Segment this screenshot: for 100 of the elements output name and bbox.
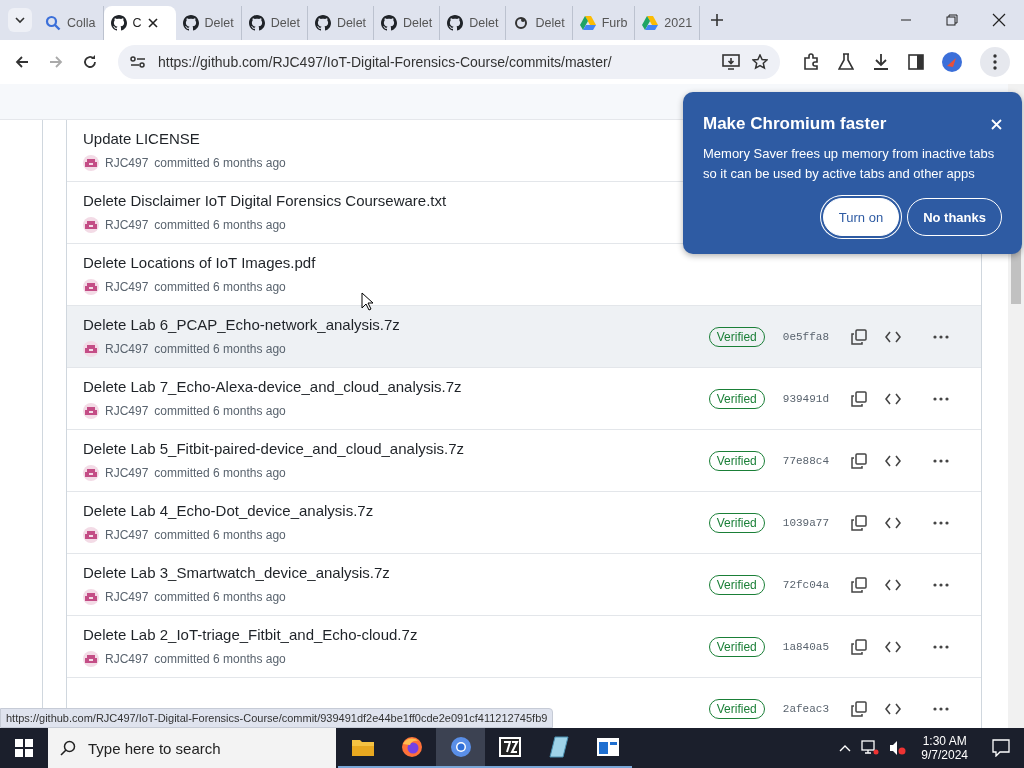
- commit-time: committed 6 months ago: [154, 466, 286, 480]
- copy-icon[interactable]: [851, 700, 867, 717]
- code-icon[interactable]: [885, 578, 901, 591]
- commit-sha-link[interactable]: 1a840a5: [782, 640, 829, 653]
- search-icon: [60, 740, 76, 756]
- flask-icon[interactable]: [838, 53, 854, 71]
- commit-title[interactable]: Delete Lab 6_PCAP_Echo-network_analysis.7z: [83, 316, 709, 333]
- network-icon[interactable]: [861, 740, 880, 756]
- commit-sha-link[interactable]: 1039a77: [782, 516, 829, 529]
- more-horizontal-icon[interactable]: [933, 644, 949, 649]
- close-icon[interactable]: [992, 13, 1006, 27]
- author-link[interactable]: RJC497: [105, 590, 149, 604]
- author-link[interactable]: RJC497: [105, 156, 149, 170]
- mouse-pointer-icon: [361, 292, 373, 311]
- commit-sha-link[interactable]: 0e5ffa8: [782, 330, 829, 343]
- author-link[interactable]: RJC497: [105, 280, 149, 294]
- copy-icon[interactable]: [851, 390, 867, 407]
- more-horizontal-icon[interactable]: [933, 334, 949, 339]
- menu-button[interactable]: [980, 47, 1010, 77]
- browser-tab[interactable]: C: [103, 6, 176, 40]
- commit-time: committed 6 months ago: [154, 342, 286, 356]
- chevron-up-icon[interactable]: [839, 744, 852, 752]
- copy-icon[interactable]: [851, 638, 867, 655]
- commit-time: committed 6 months ago: [154, 590, 286, 604]
- commit-row[interactable]: Delete Lab 2_IoT-triage_Fitbit_and_Echo-cloud.7z RJC497 committed 6 months ago Verified 1a840a5: [67, 616, 981, 678]
- clock[interactable]: 1:30 AM 9/7/2024: [921, 734, 968, 762]
- commit-sha-link[interactable]: 2afeac3: [782, 702, 829, 715]
- app-window-icon: [596, 738, 619, 756]
- site-settings-icon[interactable]: [130, 55, 146, 69]
- chevron-down-icon: [14, 14, 26, 26]
- profile-avatar-icon[interactable]: [942, 52, 962, 72]
- more-horizontal-icon[interactable]: [933, 458, 949, 463]
- drive-icon: [642, 16, 659, 30]
- user-avatar-icon: [83, 651, 99, 667]
- download-icon[interactable]: [872, 53, 890, 71]
- commit-title[interactable]: Delete Lab 3_Smartwatch_device_analysis.7z: [83, 564, 709, 581]
- commit-row[interactable]: Delete Lab 6_PCAP_Echo-network_analysis.7z RJC497 committed 6 months ago Verified 0e5ffa8: [67, 306, 981, 368]
- copy-icon[interactable]: [851, 514, 867, 531]
- copy-icon[interactable]: [851, 452, 867, 469]
- commit-title[interactable]: Delete Lab 2_IoT-triage_Fitbit_and_Echo-cloud.7z: [83, 626, 709, 643]
- code-icon[interactable]: [885, 702, 901, 715]
- commit-time: committed 6 months ago: [154, 156, 286, 170]
- user-avatar-icon: [83, 279, 99, 295]
- commit-sha-link[interactable]: 77e88c4: [782, 454, 829, 467]
- github-icon: [381, 15, 398, 31]
- side-panel-icon[interactable]: [908, 54, 924, 70]
- github-icon: [314, 15, 331, 31]
- commit-title[interactable]: Delete Locations of IoT Images.pdf: [83, 254, 965, 271]
- url-text: https://github.com/RJC497/IoT-Digital-Forensics-Course/commits/master/: [158, 54, 613, 70]
- commit-row[interactable]: Delete Lab 4_Echo-Dot_device_analysis.7z RJC497 committed 6 months ago Verified 1039a77: [67, 492, 981, 554]
- commit-sha-link[interactable]: 939491d: [782, 392, 829, 405]
- restore-icon[interactable]: [946, 14, 958, 26]
- notifications-icon[interactable]: [992, 739, 1010, 757]
- chromium-icon: [449, 736, 472, 758]
- author-link[interactable]: RJC497: [105, 528, 149, 542]
- copy-icon[interactable]: [851, 576, 867, 593]
- code-icon[interactable]: [885, 392, 901, 405]
- new-tab-icon[interactable]: [710, 13, 725, 27]
- commit-row[interactable]: Delete Lab 7_Echo-Alexa-device_and_cloud_analysis.7z RJC497 committed 6 months ago Verified 939491d: [67, 368, 981, 430]
- speaker-muted-icon[interactable]: [889, 740, 908, 756]
- more-horizontal-icon[interactable]: [933, 520, 949, 525]
- user-avatar-icon: [83, 527, 99, 543]
- github-icon: [248, 15, 265, 31]
- folder-icon: [351, 738, 374, 756]
- commit-title[interactable]: Delete Lab 5_Fitbit-paired-device_and_cloud_analysis.7z: [83, 440, 709, 457]
- commit-row[interactable]: Delete Lab 3_Smartwatch_device_analysis.7z RJC497 committed 6 months ago Verified 72fc04a: [67, 554, 981, 616]
- address-bar[interactable]: https://github.com/RJC497/IoT-Digital-Forensics-Course/commits/master/: [118, 45, 780, 79]
- author-link[interactable]: RJC497: [105, 218, 149, 232]
- author-link[interactable]: RJC497: [105, 466, 149, 480]
- author-link[interactable]: RJC497: [105, 652, 149, 666]
- back-icon[interactable]: [14, 54, 30, 70]
- code-icon[interactable]: [885, 330, 901, 343]
- install-app-icon[interactable]: [722, 54, 740, 70]
- github-icon: [447, 15, 464, 31]
- star-icon[interactable]: [752, 54, 768, 70]
- turn-on-button[interactable]: Turn on: [822, 198, 900, 236]
- user-avatar-icon: [83, 465, 99, 481]
- commit-title[interactable]: Delete Lab 4_Echo-Dot_device_analysis.7z: [83, 502, 709, 519]
- code-icon[interactable]: [885, 640, 901, 653]
- more-horizontal-icon[interactable]: [933, 582, 949, 587]
- user-avatar-icon: [83, 403, 99, 419]
- taskbar-search-field[interactable]: Type here to search: [48, 728, 336, 768]
- puzzle-icon[interactable]: [802, 53, 820, 71]
- windows-start-icon[interactable]: [15, 739, 33, 757]
- reload-icon[interactable]: [82, 54, 98, 70]
- commit-title[interactable]: Delete Lab 7_Echo-Alexa-device_and_cloud_analysis.7z: [83, 378, 709, 395]
- author-link[interactable]: RJC497: [105, 404, 149, 418]
- archive-app-icon: [498, 737, 521, 757]
- tab-search-button[interactable]: [8, 8, 32, 32]
- code-icon[interactable]: [885, 516, 901, 529]
- author-link[interactable]: RJC497: [105, 342, 149, 356]
- commit-row[interactable]: Delete Lab 5_Fitbit-paired-device_and_cloud_analysis.7z RJC497 committed 6 months ago Verified 77e88c4: [67, 430, 981, 492]
- code-icon[interactable]: [885, 454, 901, 467]
- copy-icon[interactable]: [851, 328, 867, 345]
- firefox-icon: [400, 736, 423, 758]
- more-horizontal-icon[interactable]: [933, 396, 949, 401]
- more-horizontal-icon[interactable]: [933, 706, 949, 711]
- commit-sha-link[interactable]: 72fc04a: [782, 578, 829, 591]
- commit-time: committed 6 months ago: [154, 218, 286, 232]
- close-icon[interactable]: [147, 18, 158, 28]
